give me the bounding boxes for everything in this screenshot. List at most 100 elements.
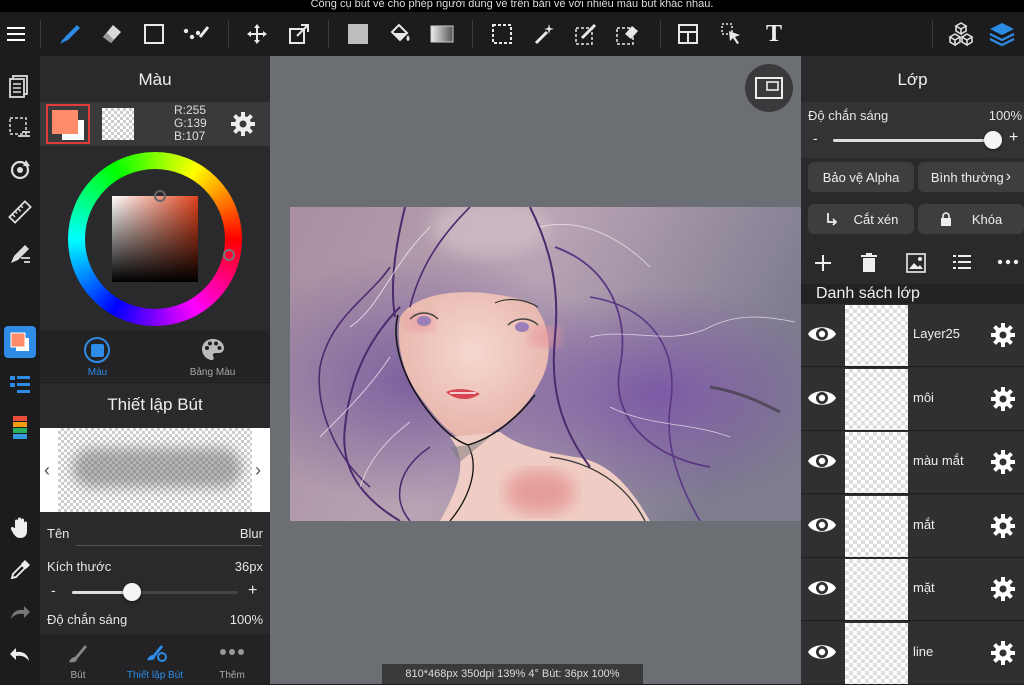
add-layer-icon[interactable] xyxy=(813,253,833,273)
redo-icon[interactable] xyxy=(4,596,36,628)
delete-layer-icon[interactable] xyxy=(860,253,878,273)
layer-row[interactable]: mặt xyxy=(801,558,1024,621)
foreground-color-swatch[interactable] xyxy=(46,104,90,144)
brush-opacity-value: 100% xyxy=(229,612,263,627)
layer-thumbnail xyxy=(845,368,908,430)
hue-wheel[interactable] xyxy=(68,152,242,326)
move-icon[interactable] xyxy=(241,18,273,50)
visibility-eye-icon[interactable] xyxy=(807,322,837,346)
ruler-icon[interactable] xyxy=(4,196,36,228)
layers-icon[interactable] xyxy=(986,18,1018,50)
brush-name-value[interactable]: Blur xyxy=(240,526,263,541)
tab-brush-settings[interactable]: Thiết lập Bút xyxy=(116,634,194,684)
layer-opacity-plus[interactable]: + xyxy=(1009,129,1018,147)
visibility-eye-icon[interactable] xyxy=(807,640,837,664)
size-slider-knob[interactable] xyxy=(122,583,141,601)
layer-more-icon[interactable] xyxy=(997,254,1019,270)
layer-opacity-fill xyxy=(833,139,993,142)
transform-icon[interactable] xyxy=(283,18,315,50)
brush-opacity-label: Độ chắn sáng xyxy=(47,612,128,627)
rectangle-icon[interactable] xyxy=(138,18,170,50)
layer-settings-gear-icon[interactable] xyxy=(990,640,1016,666)
brush-tab-icon xyxy=(66,642,88,664)
hue-picker-handle[interactable] xyxy=(223,249,235,261)
layer-name: line xyxy=(913,643,934,659)
artwork-image[interactable] xyxy=(290,207,801,521)
tab-palette[interactable]: Bảng Màu xyxy=(155,331,270,381)
eraser-icon[interactable] xyxy=(96,18,128,50)
selection-layer-icon[interactable] xyxy=(4,112,36,144)
color-tabs: Màu Bảng Màu xyxy=(40,331,270,381)
color-tab-icon xyxy=(84,337,110,363)
layer-settings-gear-icon[interactable] xyxy=(990,576,1016,602)
alpha-protect-button[interactable]: Bảo vệ Alpha xyxy=(808,162,914,192)
layer-image-icon[interactable] xyxy=(906,253,926,273)
3d-material-icon[interactable] xyxy=(945,18,977,50)
gradient-icon[interactable] xyxy=(426,18,458,50)
layer-settings-gear-icon[interactable] xyxy=(990,386,1016,412)
layer-actions-row xyxy=(801,246,1024,282)
layer-settings-gear-icon[interactable] xyxy=(990,322,1016,348)
layer-row[interactable]: màu mắt xyxy=(801,431,1024,494)
text-icon[interactable]: T xyxy=(758,18,790,50)
tab-more[interactable]: Thêm xyxy=(194,634,270,684)
blend-mode-button[interactable]: Bình thường › xyxy=(918,162,1024,192)
chevron-right-icon: › xyxy=(1005,168,1012,185)
layer-opacity-label: Độ chắn sáng xyxy=(808,108,889,123)
tab-palette-label: Bảng Màu xyxy=(189,367,236,378)
undo-icon[interactable] xyxy=(4,638,36,670)
visibility-eye-icon[interactable] xyxy=(807,386,837,410)
clipping-button[interactable]: Cắt xén xyxy=(808,204,914,234)
prev-brush-arrow[interactable]: ‹ xyxy=(44,460,50,481)
layer-opacity-knob[interactable] xyxy=(984,131,1002,149)
layer-row[interactable]: Layer25 xyxy=(801,304,1024,367)
brush-list-icon[interactable] xyxy=(4,368,36,400)
layer-opacity-minus[interactable]: - xyxy=(813,130,818,146)
layer-settings-gear-icon[interactable] xyxy=(990,449,1016,475)
lock-button[interactable]: Khóa xyxy=(918,204,1024,234)
snap-pen-icon[interactable] xyxy=(4,238,36,270)
color-settings-gear-icon[interactable] xyxy=(230,111,256,137)
tab-color[interactable]: Màu xyxy=(40,331,155,381)
hand-icon[interactable] xyxy=(4,512,36,544)
bucket-icon[interactable] xyxy=(384,18,416,50)
layout-icon[interactable] xyxy=(672,18,704,50)
marquee-icon[interactable] xyxy=(486,18,518,50)
layer-thumbnail xyxy=(845,622,908,684)
color-swatch-button[interactable] xyxy=(4,326,36,358)
background-color-swatch[interactable] xyxy=(102,108,134,140)
magic-wand-icon[interactable] xyxy=(528,18,560,50)
pointer-icon[interactable] xyxy=(716,18,748,50)
visibility-eye-icon[interactable] xyxy=(807,449,837,473)
rotate-icon[interactable] xyxy=(4,154,36,186)
tab-pen[interactable]: Bút xyxy=(40,634,116,684)
layer-row[interactable]: line xyxy=(801,621,1024,685)
eyedropper-icon[interactable] xyxy=(4,554,36,586)
fullscreen-toggle-icon[interactable] xyxy=(745,64,793,112)
fill-color-icon[interactable] xyxy=(342,18,374,50)
sv-picker-handle[interactable] xyxy=(154,190,166,202)
layer-row[interactable]: môi xyxy=(801,367,1024,431)
select-eraser-icon[interactable] xyxy=(612,18,644,50)
tab-pen-label: Bút xyxy=(70,670,86,681)
select-pen-icon[interactable] xyxy=(180,18,212,50)
document-icon[interactable] xyxy=(4,70,36,102)
canvas-area[interactable]: 810*468px 350dpi 139% 4° Bút: 36px 100% xyxy=(270,56,801,684)
layer-row[interactable]: mắt xyxy=(801,494,1024,558)
color-panel-title: Màu xyxy=(138,70,172,89)
menu-icon[interactable] xyxy=(0,18,32,50)
palette-strip-icon[interactable] xyxy=(4,412,36,444)
clipping-label: Cắt xén xyxy=(853,211,899,227)
visibility-eye-icon[interactable] xyxy=(807,576,837,600)
size-minus-button[interactable]: - xyxy=(51,582,56,598)
layer-list-icon[interactable] xyxy=(953,254,971,270)
layer-list-title: Danh sách lớp xyxy=(816,285,920,302)
saturation-value-square[interactable] xyxy=(112,196,198,282)
next-brush-arrow[interactable]: › xyxy=(255,460,261,481)
size-plus-button[interactable]: + xyxy=(248,582,257,600)
layer-settings-gear-icon[interactable] xyxy=(990,513,1016,539)
pen-icon[interactable] xyxy=(54,18,86,50)
visibility-eye-icon[interactable] xyxy=(807,513,837,537)
rgb-readout: R:255 G:139 B:107 xyxy=(174,104,207,143)
select-brush-icon[interactable] xyxy=(570,18,602,50)
